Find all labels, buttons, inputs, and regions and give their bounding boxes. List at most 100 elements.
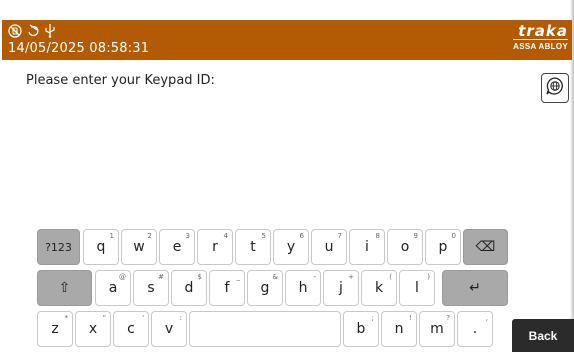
key-j[interactable]: j +	[323, 270, 359, 306]
enter-key[interactable]: ↵	[442, 270, 508, 306]
key-f[interactable]: f _	[209, 270, 245, 306]
key-r-hint: 4	[223, 232, 228, 240]
key-r[interactable]: r4	[197, 229, 233, 265]
key-g-label: g	[260, 280, 270, 296]
key-u[interactable]: u7	[311, 229, 347, 265]
key-v-hint: :	[179, 314, 182, 322]
key-t-label: t	[250, 239, 256, 255]
key-y-hint: 6	[299, 232, 304, 240]
key-v[interactable]: v:	[151, 311, 187, 347]
no-network-icon	[8, 23, 22, 38]
key-p-label: p	[438, 239, 448, 255]
key-w[interactable]: w2	[121, 229, 157, 265]
key-z[interactable]: z *	[37, 311, 73, 347]
key-y[interactable]: y6	[273, 229, 309, 265]
key-w-label: w	[133, 239, 145, 255]
key-e-hint: 3	[185, 232, 190, 240]
key-w-hint: 2	[147, 232, 152, 240]
symbols-key[interactable]: ?123	[37, 229, 80, 265]
window-top-margin	[0, 0, 574, 22]
key-j-label: j	[339, 280, 343, 296]
key-q-hint: 1	[109, 232, 114, 240]
key-a[interactable]: a @	[95, 270, 131, 306]
key-x[interactable]: x "	[75, 311, 111, 347]
back-button[interactable]: Back	[512, 319, 574, 352]
key-j-hint: +	[348, 273, 354, 281]
key-f-label: f	[224, 280, 230, 296]
key-i-label: i	[365, 239, 369, 255]
key-d[interactable]: d $	[171, 270, 207, 306]
period-key[interactable]: .,	[457, 311, 493, 347]
shift-key[interactable]: ⇧	[37, 270, 92, 306]
key-z-hint: *	[64, 314, 69, 322]
backspace-key-label: ⌫	[475, 239, 496, 255]
key-x-label: x	[88, 321, 98, 337]
key-n-label: n	[394, 321, 404, 337]
key-l-hint: )	[427, 273, 430, 281]
key-t[interactable]: t5	[235, 229, 271, 265]
key-b-hint: ;	[371, 314, 374, 322]
key-q-label: q	[96, 239, 106, 255]
space-key[interactable]	[189, 311, 341, 347]
sync-off-icon	[26, 24, 40, 38]
key-n-hint: !	[409, 314, 412, 322]
language-button[interactable]	[541, 73, 569, 103]
brand-logo: traka ASSA ABLOY	[513, 23, 568, 51]
key-c-label: c	[127, 321, 135, 337]
key-s-label: s	[147, 280, 155, 296]
backspace-key[interactable]: ⌫	[463, 229, 508, 265]
status-icons	[8, 23, 56, 38]
key-k-label: k	[374, 280, 384, 296]
key-g[interactable]: g &	[247, 270, 283, 306]
globe-chat-icon	[545, 76, 565, 101]
key-q[interactable]: q1	[83, 229, 119, 265]
key-p[interactable]: p0	[425, 229, 461, 265]
key-h-hint: -	[313, 273, 316, 281]
key-k[interactable]: k(	[361, 270, 397, 306]
symbols-key-label: ?123	[45, 240, 72, 254]
key-r-label: r	[212, 239, 218, 255]
key-o-label: o	[400, 239, 410, 255]
period-key-label: .	[472, 321, 478, 337]
key-e-label: e	[172, 239, 182, 255]
header-bar: 14/05/2025 08:58:31 traka ASSA ABLOY	[2, 20, 572, 60]
brand-name: traka	[518, 22, 568, 40]
key-c[interactable]: c '	[113, 311, 149, 347]
key-l-label: l	[415, 280, 419, 296]
enter-key-label: ↵	[469, 280, 481, 296]
key-s[interactable]: s #	[133, 270, 169, 306]
brand-sub: ASSA ABLOY	[513, 42, 568, 51]
key-a-hint: @	[119, 273, 126, 281]
key-v-label: v	[164, 321, 174, 337]
key-a-label: a	[108, 280, 118, 296]
usb-icon	[44, 23, 56, 38]
key-y-label: y	[286, 239, 296, 255]
key-m-hint: ?	[446, 314, 450, 322]
key-f-hint: _	[236, 273, 241, 281]
key-x-hint: "	[102, 314, 106, 322]
key-i-hint: 8	[375, 232, 380, 240]
key-s-hint: #	[158, 273, 164, 281]
key-p-hint: 0	[451, 232, 456, 240]
key-l[interactable]: l)	[399, 270, 435, 306]
datetime: 14/05/2025 08:58:31	[8, 41, 150, 56]
key-o-hint: 9	[413, 232, 418, 240]
shift-key-label: ⇧	[58, 280, 71, 296]
key-o[interactable]: o9	[387, 229, 423, 265]
key-h[interactable]: h-	[285, 270, 321, 306]
key-b-label: b	[356, 321, 366, 337]
key-k-hint: (	[389, 273, 392, 281]
key-u-label: u	[324, 239, 334, 255]
key-h-label: h	[298, 280, 308, 296]
keypad-id-prompt: Please enter your Keypad ID:	[26, 73, 215, 88]
key-c-hint: '	[142, 314, 144, 322]
key-m[interactable]: m?	[419, 311, 455, 347]
key-e[interactable]: e3	[159, 229, 195, 265]
key-n[interactable]: n!	[381, 311, 417, 347]
key-i[interactable]: i8	[349, 229, 385, 265]
key-m-label: m	[430, 321, 444, 337]
key-d-hint: $	[197, 273, 202, 281]
key-b[interactable]: b;	[343, 311, 379, 347]
period-key-hint: ,	[485, 314, 488, 322]
key-u-hint: 7	[337, 232, 342, 240]
